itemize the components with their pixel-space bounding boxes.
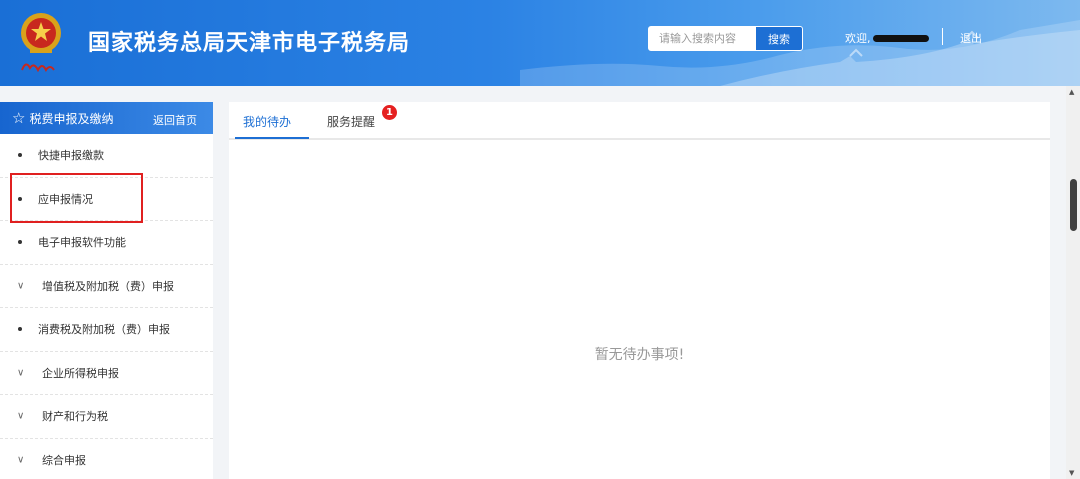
return-home-link[interactable]: 返回首页 [153,112,197,128]
scroll-down-icon[interactable]: ▼ [1069,469,1074,477]
sidebar-item-corporate-income-tax[interactable]: ∨ 企业所得税申报 [0,352,213,395]
chevron-down-icon: ∨ [17,454,25,466]
main-panel: 我的待办 服务提醒 1 暂无待办事项! [229,102,1050,479]
redacted-username [872,34,929,42]
search-button[interactable]: 搜索 [756,27,802,50]
sidebar: ☆ 税费申报及缴纳 返回首页 快捷申报缴款 应申报情况 电子申报软件功能 ∨ 增… [0,102,213,479]
sidebar-item-quick-declare[interactable]: 快捷申报缴款 [0,134,213,178]
sidebar-item-label: 消费税及附加税（费）申报 [38,323,170,337]
sidebar-item-label: 增值税及附加税（费）申报 [42,279,174,293]
scroll-up-icon[interactable]: ▲ [1069,88,1074,96]
active-tab-indicator [235,137,309,139]
sidebar-item-label: 电子申报软件功能 [38,236,126,250]
notification-badge: 1 [382,105,397,120]
star-icon: ☆ [12,109,26,127]
tab-bar: 我的待办 服务提醒 1 [229,102,1050,140]
tax-emblem-icon [21,13,61,73]
chevron-down-icon: ∨ [17,367,25,379]
welcome-label: 欢迎, [845,32,871,45]
top-header: 国家税务总局天津市电子税务局 搜索 欢迎, 退出 [0,0,1080,86]
sidebar-item-label: 快捷申报缴款 [38,149,104,163]
sidebar-item-consumption-tax[interactable]: 消费税及附加税（费）申报 [0,308,213,352]
welcome-text: 欢迎, [845,30,929,46]
bullet-icon [18,327,22,332]
sidebar-item-label: 财产和行为税 [42,410,108,424]
sidebar-item-label: 企业所得税申报 [42,366,119,380]
header-divider [942,28,943,45]
page-scrollbar[interactable]: ▲ ▼ [1066,86,1080,479]
chevron-down-icon: ∨ [17,280,25,292]
sidebar-title: 税费申报及缴纳 [29,111,114,126]
empty-state-text: 暂无待办事项! [594,347,685,363]
tab-service-reminder[interactable]: 服务提醒 [327,113,375,130]
scrollbar-thumb[interactable] [1070,179,1077,231]
search-input[interactable] [649,27,756,50]
site-title: 国家税务总局天津市电子税务局 [88,31,411,56]
sidebar-item-vat[interactable]: ∨ 增值税及附加税（费）申报 [0,265,213,308]
sidebar-item-property-tax[interactable]: ∨ 财产和行为税 [0,395,213,439]
sidebar-item-comprehensive[interactable]: ∨ 综合申报 [0,439,213,479]
bullet-icon [18,240,22,245]
logout-link[interactable]: 退出 [960,30,982,46]
highlight-annotation-box [10,173,143,223]
sidebar-header: ☆ 税费申报及缴纳 返回首页 [0,102,213,134]
chevron-down-icon: ∨ [17,410,25,422]
sidebar-item-e-software[interactable]: 电子申报软件功能 [0,221,213,265]
tab-my-todo[interactable]: 我的待办 [243,113,291,130]
search-box: 搜索 [648,26,803,51]
bullet-icon [18,153,22,158]
sidebar-item-label: 综合申报 [42,453,86,467]
